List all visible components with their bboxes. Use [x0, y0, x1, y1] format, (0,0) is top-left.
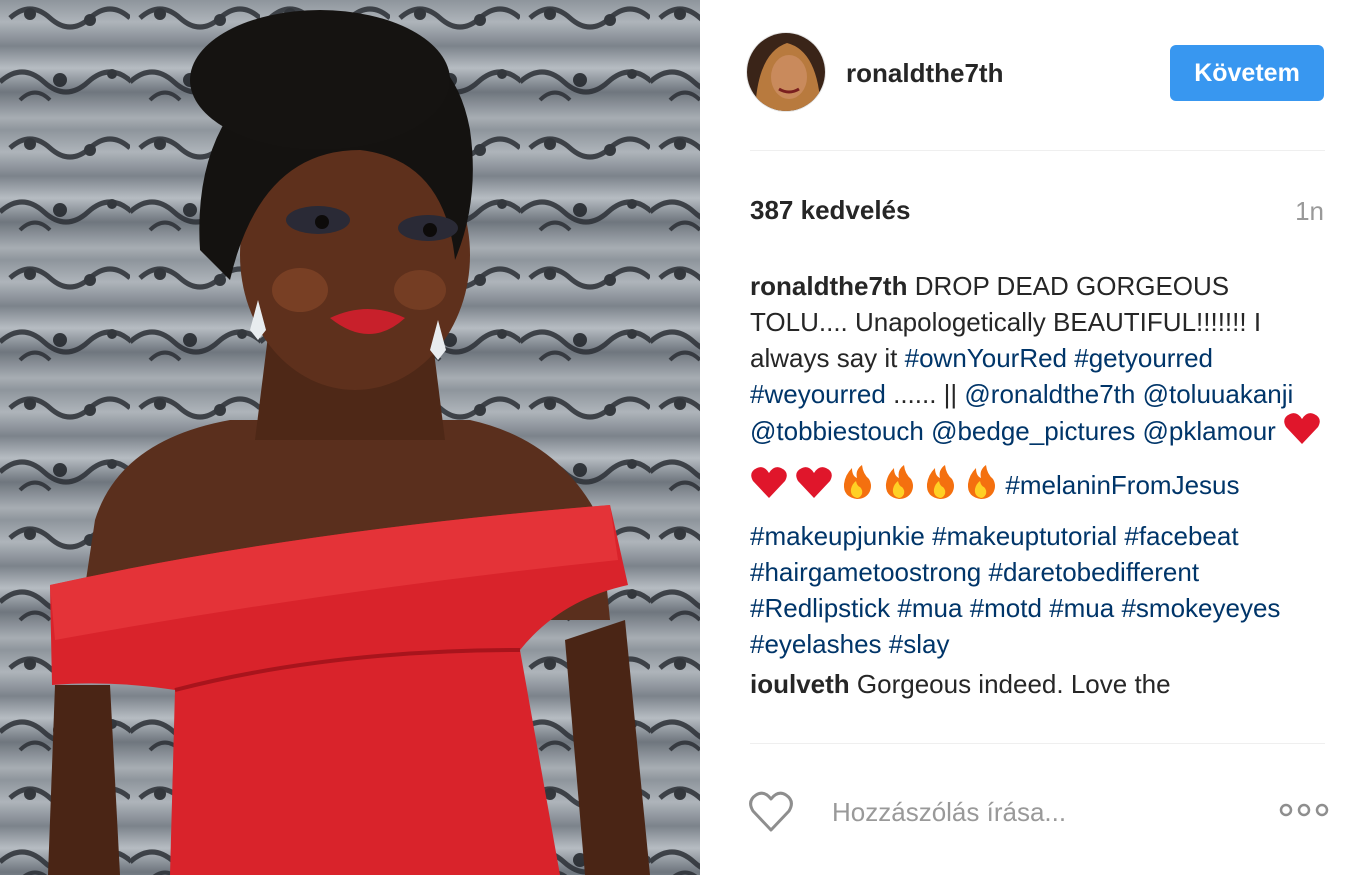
divider	[750, 150, 1325, 151]
hashtag[interactable]: #Redlipstick	[750, 593, 890, 623]
comment-text: Gorgeous indeed. Love the	[856, 669, 1171, 699]
heart-emoji-icon	[1283, 412, 1321, 464]
comment: ioulveth Gorgeous indeed. Love the	[750, 666, 1330, 702]
fire-emoji-icon	[923, 464, 957, 518]
post-photo[interactable]	[0, 0, 700, 875]
fire-emoji-icon	[882, 464, 916, 518]
hashtag[interactable]: #smokeyeyes	[1121, 593, 1280, 623]
hashtag[interactable]: #melaninFromJesus	[1005, 470, 1239, 500]
more-dots-icon	[1279, 803, 1329, 816]
caption-separator: ...... ||	[893, 379, 958, 409]
hashtag[interactable]: #ownYourRed	[905, 343, 1067, 373]
likes-count[interactable]: 387 kedvelés	[750, 195, 910, 226]
hashtag[interactable]: #makeuptutorial	[932, 521, 1117, 551]
heart-emoji-icon	[795, 466, 833, 518]
hashtag[interactable]: #weyourred	[750, 379, 886, 409]
caption-username[interactable]: ronaldthe7th	[750, 271, 907, 301]
heart-emoji-icon	[750, 466, 788, 518]
model-figure	[48, 10, 650, 875]
fire-emoji-icon	[964, 464, 998, 518]
post-username[interactable]: ronaldthe7th	[846, 58, 1003, 89]
fire-emoji-icon	[840, 464, 874, 518]
comments-list[interactable]: ronaldthe7th DROP DEAD GORGEOUS TOLU....…	[750, 268, 1330, 744]
post-time[interactable]: 1n	[1295, 196, 1324, 227]
follow-button[interactable]: Követem	[1170, 45, 1324, 101]
hashtag[interactable]: #eyelashes	[750, 629, 882, 659]
hashtag[interactable]: #facebeat	[1124, 521, 1238, 551]
post-actions	[746, 784, 1330, 840]
hashtag[interactable]: #makeupjunkie	[750, 521, 925, 551]
avatar-image	[747, 33, 825, 111]
comment-input[interactable]	[832, 792, 1252, 832]
more-options-button[interactable]	[1278, 798, 1330, 824]
hashtag[interactable]: #getyourred	[1074, 343, 1213, 373]
hashtag[interactable]: #mua	[1049, 593, 1114, 623]
comment-username[interactable]: ioulveth	[750, 669, 850, 699]
post-panel: ronaldthe7th Követem 387 kedvelés 1n ron…	[700, 0, 1362, 875]
avatar[interactable]	[746, 32, 826, 112]
hashtag[interactable]: #daretobedifferent	[989, 557, 1200, 587]
like-button[interactable]	[746, 790, 796, 836]
hashtag[interactable]: #motd	[970, 593, 1042, 623]
mention[interactable]: @toluuakanji	[1143, 379, 1294, 409]
hashtag[interactable]: #hairgametoostrong	[750, 557, 981, 587]
hashtag[interactable]: #mua	[897, 593, 962, 623]
heart-outline-icon	[749, 791, 793, 831]
mention[interactable]: @tobbiestouch	[750, 416, 924, 446]
mention[interactable]: @bedge_pictures	[931, 416, 1135, 446]
caption: ronaldthe7th DROP DEAD GORGEOUS TOLU....…	[750, 268, 1330, 662]
post-header: ronaldthe7th Követem	[746, 32, 1326, 114]
divider	[750, 743, 1325, 744]
mention[interactable]: @pklamour	[1143, 416, 1276, 446]
mention[interactable]: @ronaldthe7th	[964, 379, 1135, 409]
hashtag[interactable]: #slay	[889, 629, 950, 659]
